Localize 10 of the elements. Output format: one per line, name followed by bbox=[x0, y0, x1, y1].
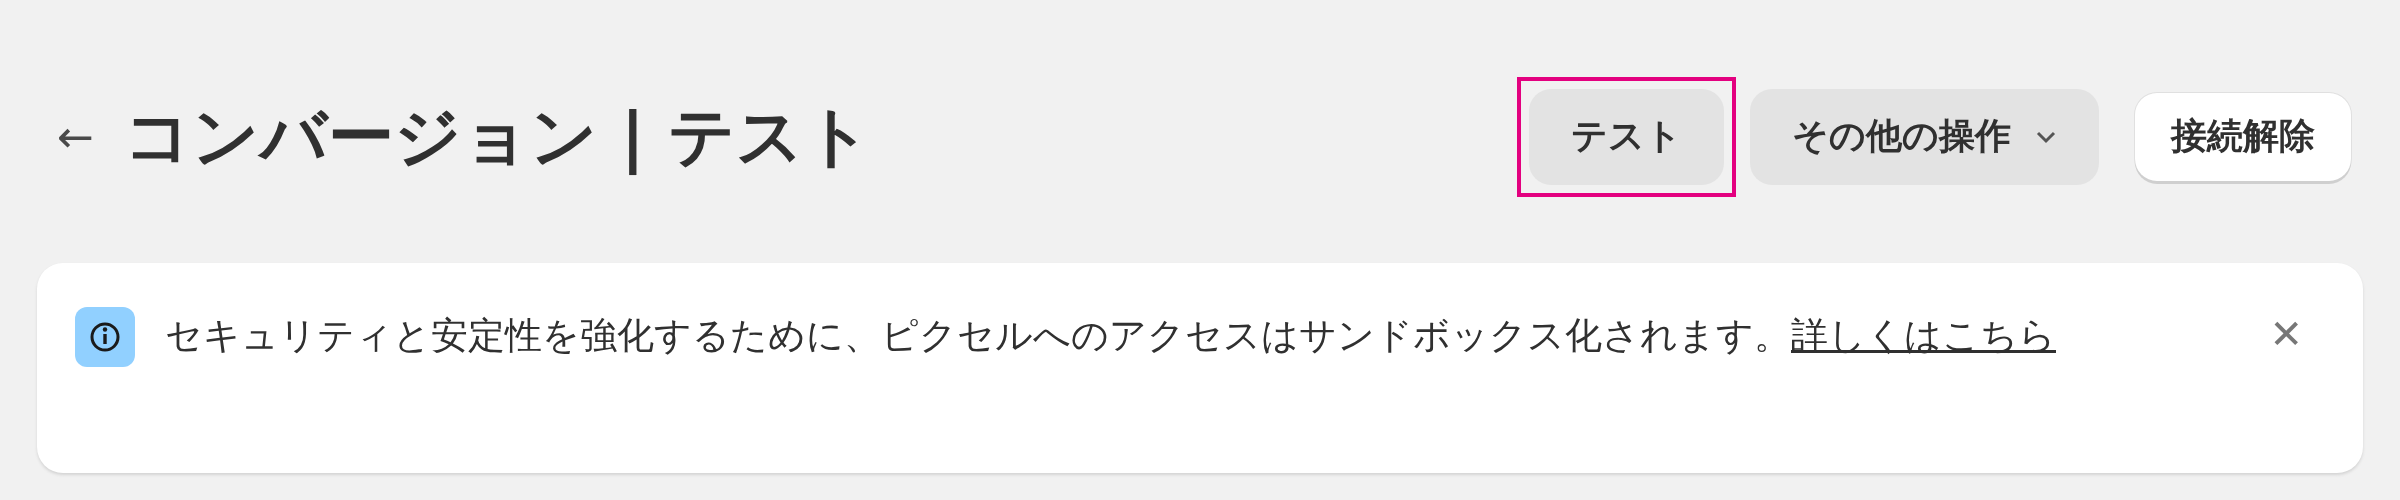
menu-button[interactable]: その他の操作 bbox=[1750, 88, 2099, 185]
learn-more-link[interactable]: 詳しくはこちら bbox=[1791, 314, 2056, 357]
action-button[interactable]: テスト bbox=[1529, 88, 1724, 185]
back-button[interactable]: ← bbox=[57, 111, 94, 162]
close-button[interactable]: ✕ bbox=[2269, 311, 2303, 357]
action-button[interactable]: 接続解除 bbox=[2135, 92, 2351, 181]
caret-icon bbox=[2035, 129, 2057, 144]
info-icon bbox=[75, 307, 135, 367]
page-title: コンバージョン | テスト bbox=[123, 96, 872, 177]
banner-message: セキュリティと安定性を強化するために、ピクセルへのアクセスはサンドボックス化されます。詳しくはこちら bbox=[165, 313, 2057, 359]
